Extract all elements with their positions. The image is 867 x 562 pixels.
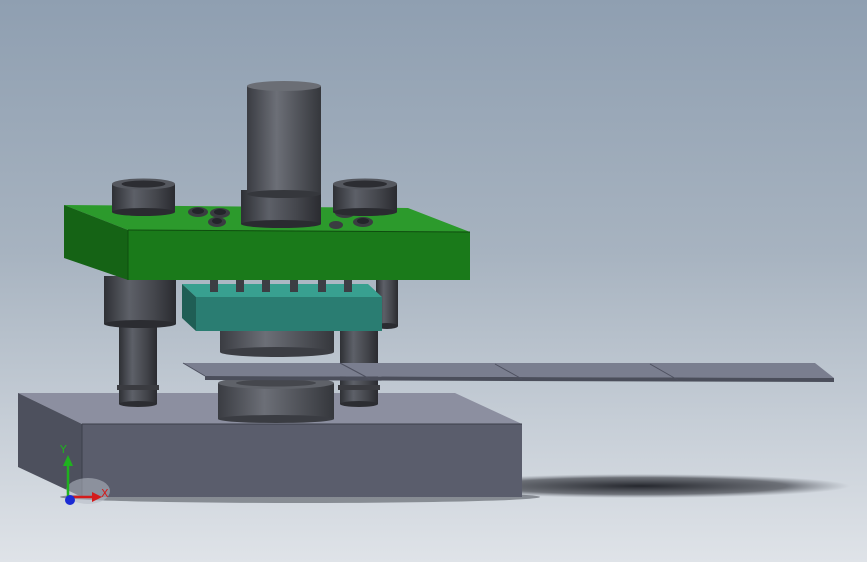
upper-punch-disc[interactable] — [220, 330, 334, 357]
bushing-cap-left[interactable] — [112, 178, 175, 217]
base-block-front — [82, 424, 522, 497]
bushing-cap-right[interactable] — [333, 178, 397, 217]
top-plate-front — [128, 230, 470, 280]
stripper-plate[interactable] — [182, 278, 382, 331]
die-assembly-model[interactable] — [0, 0, 867, 562]
strip-material[interactable] — [182, 362, 834, 382]
shank[interactable] — [241, 81, 321, 228]
triad-x-label: X — [101, 487, 109, 500]
strip-top — [183, 363, 834, 378]
guide-post-left[interactable] — [117, 320, 159, 407]
lower-die[interactable] — [218, 377, 334, 423]
guide-bushing-left[interactable] — [104, 276, 176, 328]
stripper-front — [196, 297, 382, 331]
triad-y-label: Y — [60, 443, 67, 456]
cad-viewport[interactable]: Y X — [0, 0, 867, 562]
